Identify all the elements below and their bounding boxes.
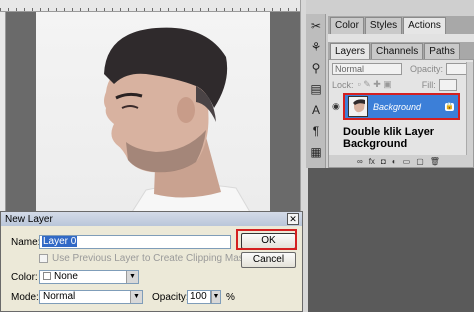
tab-channels[interactable]: Channels [371,43,424,60]
tab-color[interactable]: Color [330,17,364,34]
visibility-eye-icon[interactable]: ◉ [332,101,340,112]
tab-layers[interactable]: Layers [330,43,371,60]
ok-highlight-outline [236,229,297,250]
instruction-note: Double klik Layer Background [343,126,435,150]
color-label: Color: [11,272,38,283]
layer-background[interactable]: Background 🔒 [343,93,460,120]
link-icon[interactable]: ∞ [357,157,363,166]
actions-panel [328,34,474,42]
chevron-down-icon: ▼ [126,271,138,283]
new-layer-icon[interactable]: ▢ [416,157,424,166]
tab-styles[interactable]: Styles [364,17,403,34]
color-value: None [54,271,78,282]
layer-name-field[interactable]: Layer 0 [39,235,231,249]
lock-label: Lock: [332,79,354,90]
fill-label: Fill: [421,79,436,90]
name-label: Name: [11,237,41,248]
close-icon[interactable]: ✕ [287,213,299,225]
color-select[interactable]: None ▼ [39,270,139,284]
dialog-title: New Layer [1,212,302,226]
mode-select[interactable]: Normal ▼ [39,290,143,304]
chevron-down-icon: ▼ [211,291,220,303]
document-image[interactable] [36,12,270,212]
trash-icon[interactable]: 🗑 [430,157,440,166]
history-icon[interactable]: ▤ [307,80,325,98]
photoshop-window: ✂ ⚘ ⚲ ▤ A ¶ ▦ Color Styles Actions Layer… [0,0,474,312]
mask-icon[interactable]: ◘ [381,157,386,166]
mode-value: Normal [43,291,76,302]
layer-thumbnail [348,96,368,117]
opacity-label: Opacity: [410,63,444,74]
color-swatch [43,272,51,281]
tab-paths[interactable]: Paths [424,43,460,60]
lock-icon: 🔒 [445,102,454,111]
horizontal-ruler [0,0,300,12]
group-icon[interactable]: ▭ [403,157,411,166]
opacity-field[interactable] [446,62,469,75]
fill-field[interactable] [438,78,457,91]
opacity-field[interactable]: 100 [187,290,211,304]
fx-icon[interactable]: fx [369,157,375,166]
paragraph-icon[interactable]: ¶ [307,122,325,140]
layers-panel: Normal Opacity: Lock: ▫ ✎ ✚ ▣ Fill: ◉ Ba… [328,59,474,168]
chevron-down-icon: ▼ [130,291,142,303]
character-icon[interactable]: A [307,101,325,119]
tab-actions[interactable]: Actions [403,17,446,34]
new-layer-dialog: New Layer ✕ Name: Layer 0 Use Previous L… [0,211,303,312]
adjustment-icon[interactable]: ◐ [392,157,397,166]
blend-mode-select[interactable]: Normal [332,62,402,75]
percent-label: % [226,292,235,303]
layers-panel-tabs: Layers Channels Paths [328,42,474,60]
brush-preset-icon[interactable]: ⚘ [307,38,325,56]
tools-icon[interactable]: ✂ [307,17,325,35]
layers-scrollbar[interactable] [466,62,473,156]
opacity-dropdown[interactable]: ▼ [211,290,221,304]
cancel-button[interactable]: Cancel [241,252,296,268]
clipping-mask-checkbox[interactable] [39,254,48,263]
lock-icons[interactable]: ▫ ✎ ✚ ▣ [358,79,392,90]
opacity-label: Opacity: [152,292,189,303]
layers-footer: ∞ fx ◘ ◐ ▭ ▢ 🗑 [329,155,473,167]
clipping-mask-label: Use Previous Layer to Create Clipping Ma… [52,253,249,264]
layer-name-value: Layer 0 [42,236,78,247]
layer-name: Background [373,101,422,112]
clone-source-icon[interactable]: ⚲ [307,59,325,77]
mode-label: Mode: [11,292,39,303]
navigator-icon[interactable]: ▦ [307,143,325,161]
panel-icon-strip: ✂ ⚘ ⚲ ▤ A ¶ ▦ [306,14,326,168]
color-panel-tabs: Color Styles Actions [328,16,474,34]
